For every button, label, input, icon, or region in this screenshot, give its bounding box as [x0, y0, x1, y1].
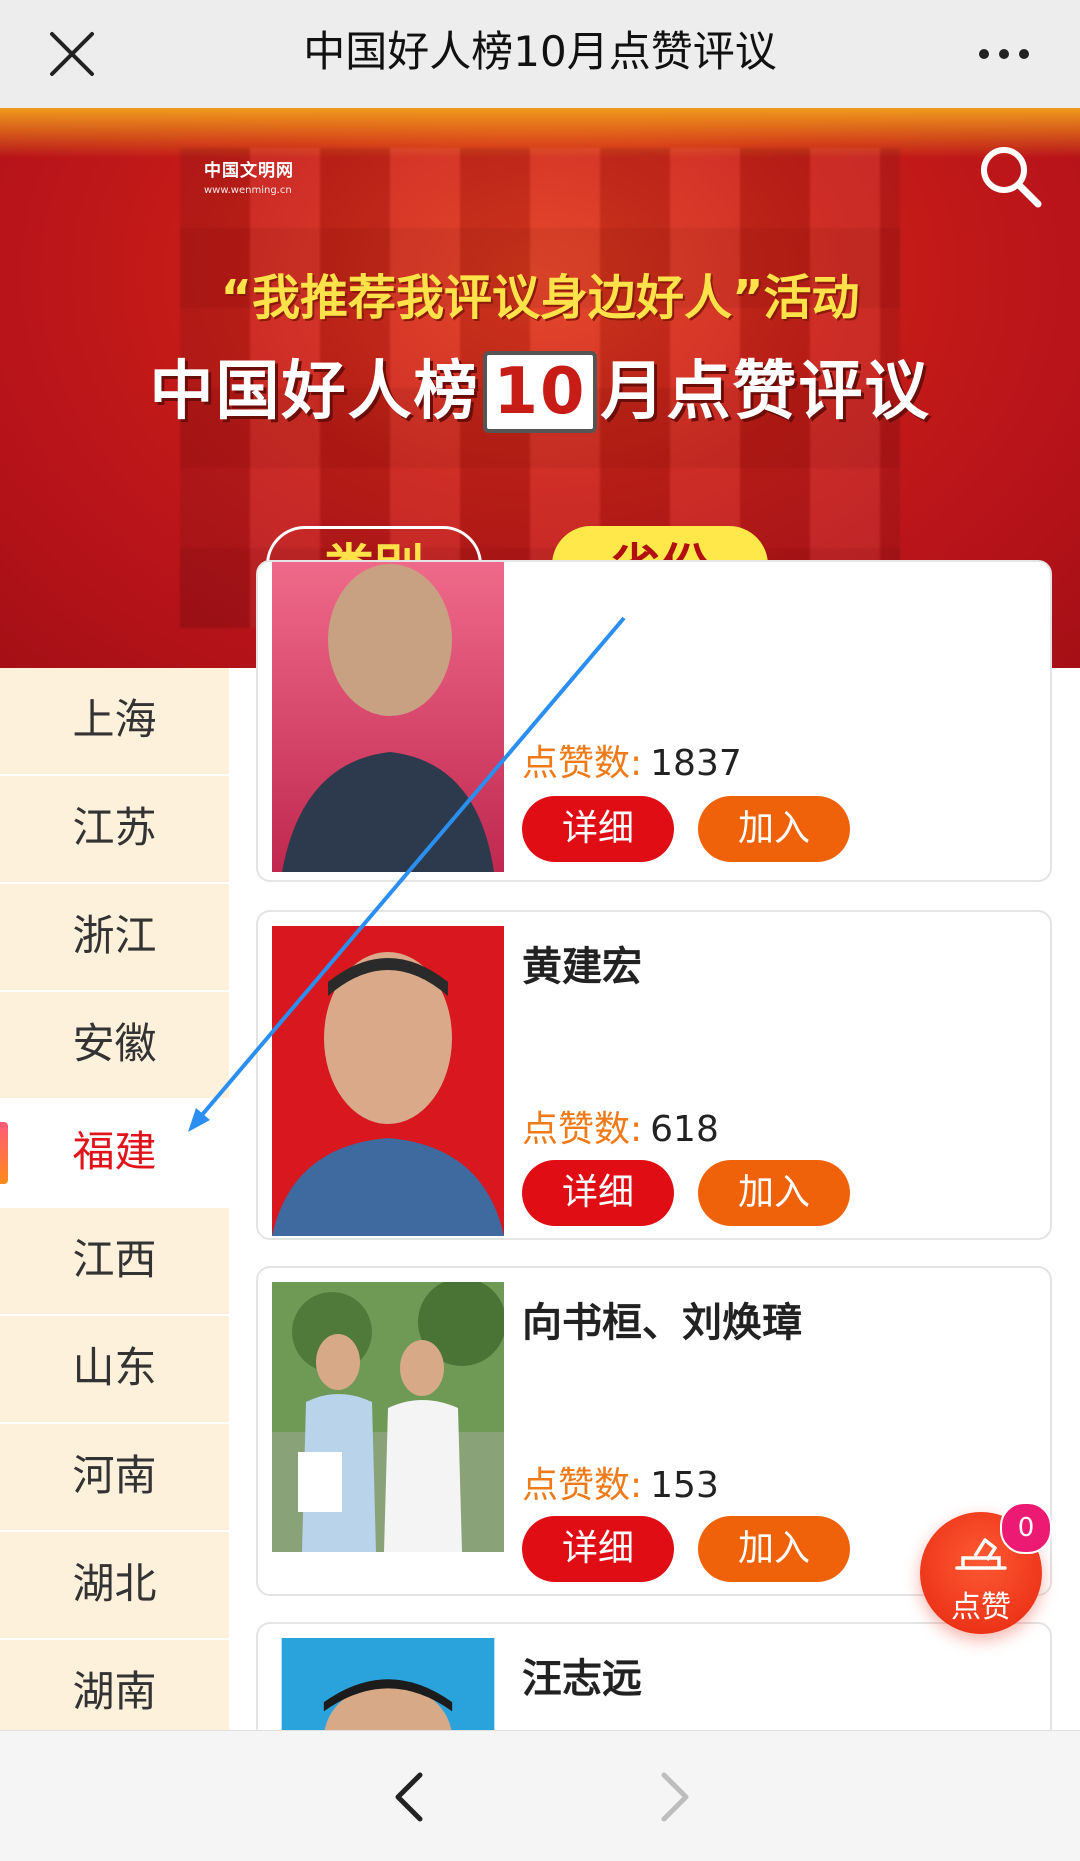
brand-name: 中国文明网 — [204, 161, 294, 181]
brand-logo: 中国文明网 www.wenming.cn — [204, 156, 294, 196]
page: 中国好人榜10月点赞评议 中国文明网 www.wenming.cn “我推荐我评… — [0, 0, 1080, 1861]
province-sidebar: 上海 江苏 浙江 安徽 福建 江西 山东 河南 湖北 湖南 — [0, 668, 229, 1748]
detail-button[interactable]: 详细 — [522, 1160, 674, 1226]
search-icon[interactable] — [976, 142, 1046, 212]
person-photo[interactable] — [272, 1638, 504, 1742]
sidebar-item-hubei[interactable]: 湖北 — [0, 1532, 229, 1640]
sidebar-item-jiangxi[interactable]: 江西 — [0, 1208, 229, 1316]
person-photo[interactable] — [272, 926, 504, 1236]
like-float-label: 点赞 — [951, 1590, 1011, 1625]
likes-label: 点赞数: — [522, 743, 643, 784]
sidebar-item-henan[interactable]: 河南 — [0, 1424, 229, 1532]
back-arrow-icon[interactable] — [390, 1769, 430, 1825]
like-float-button[interactable]: 点赞 0 — [920, 1502, 1052, 1634]
person-photo[interactable] — [272, 1282, 504, 1552]
join-button[interactable]: 加入 — [698, 1516, 850, 1582]
person-name: 黄建宏 — [522, 944, 642, 990]
likes-value: 153 — [650, 1465, 719, 1506]
likes-label: 点赞数: — [522, 1109, 643, 1150]
page-title: 中国好人榜10月点赞评议 — [303, 27, 777, 76]
likes-value: 1837 — [650, 743, 742, 784]
person-photo[interactable] — [272, 562, 504, 872]
likes-count: 点赞数: 618 — [522, 1100, 719, 1152]
join-button[interactable]: 加入 — [698, 1160, 850, 1226]
person-name: 向书桓、刘焕璋 — [522, 1300, 802, 1346]
person-card: 汪志远 — [256, 1622, 1052, 1742]
headline-post: 月点赞评议 — [600, 355, 931, 429]
sidebar-item-shanghai[interactable]: 上海 — [0, 668, 229, 776]
more-icon[interactable] — [974, 28, 1034, 80]
banner-headline: 中国好人榜 10 月点赞评议 — [0, 340, 1080, 433]
sidebar-item-fujian[interactable]: 福建 — [0, 1100, 229, 1208]
join-button[interactable]: 加入 — [698, 796, 850, 862]
sidebar-item-anhui[interactable]: 安徽 — [0, 992, 229, 1100]
person-card: 黄建宏 点赞数: 618 详细 加入 — [256, 910, 1052, 1240]
brand-url: www.wenming.cn — [204, 185, 292, 196]
detail-button[interactable]: 详细 — [522, 796, 674, 862]
headline-number: 10 — [483, 351, 597, 433]
person-card: 点赞数: 1837 详细 加入 — [256, 560, 1052, 882]
forward-arrow-icon[interactable] — [654, 1769, 694, 1825]
headline-pre: 中国好人榜 — [149, 355, 480, 429]
sidebar-item-shandong[interactable]: 山东 — [0, 1316, 229, 1424]
sidebar-item-zhejiang[interactable]: 浙江 — [0, 884, 229, 992]
like-count-badge: 0 — [1000, 1502, 1052, 1554]
banner-slogan: “我推荐我评议身边好人”活动 — [220, 270, 860, 326]
likes-count: 点赞数: 1837 — [522, 734, 742, 786]
likes-label: 点赞数: — [522, 1465, 643, 1506]
likes-count: 点赞数: 153 — [522, 1456, 719, 1508]
top-bar: 中国好人榜10月点赞评议 — [0, 0, 1080, 109]
sidebar-item-jiangsu[interactable]: 江苏 — [0, 776, 229, 884]
bottom-nav-bar — [0, 1730, 1080, 1861]
detail-button[interactable]: 详细 — [522, 1516, 674, 1582]
person-name: 汪志远 — [522, 1656, 642, 1702]
likes-value: 618 — [650, 1109, 719, 1150]
